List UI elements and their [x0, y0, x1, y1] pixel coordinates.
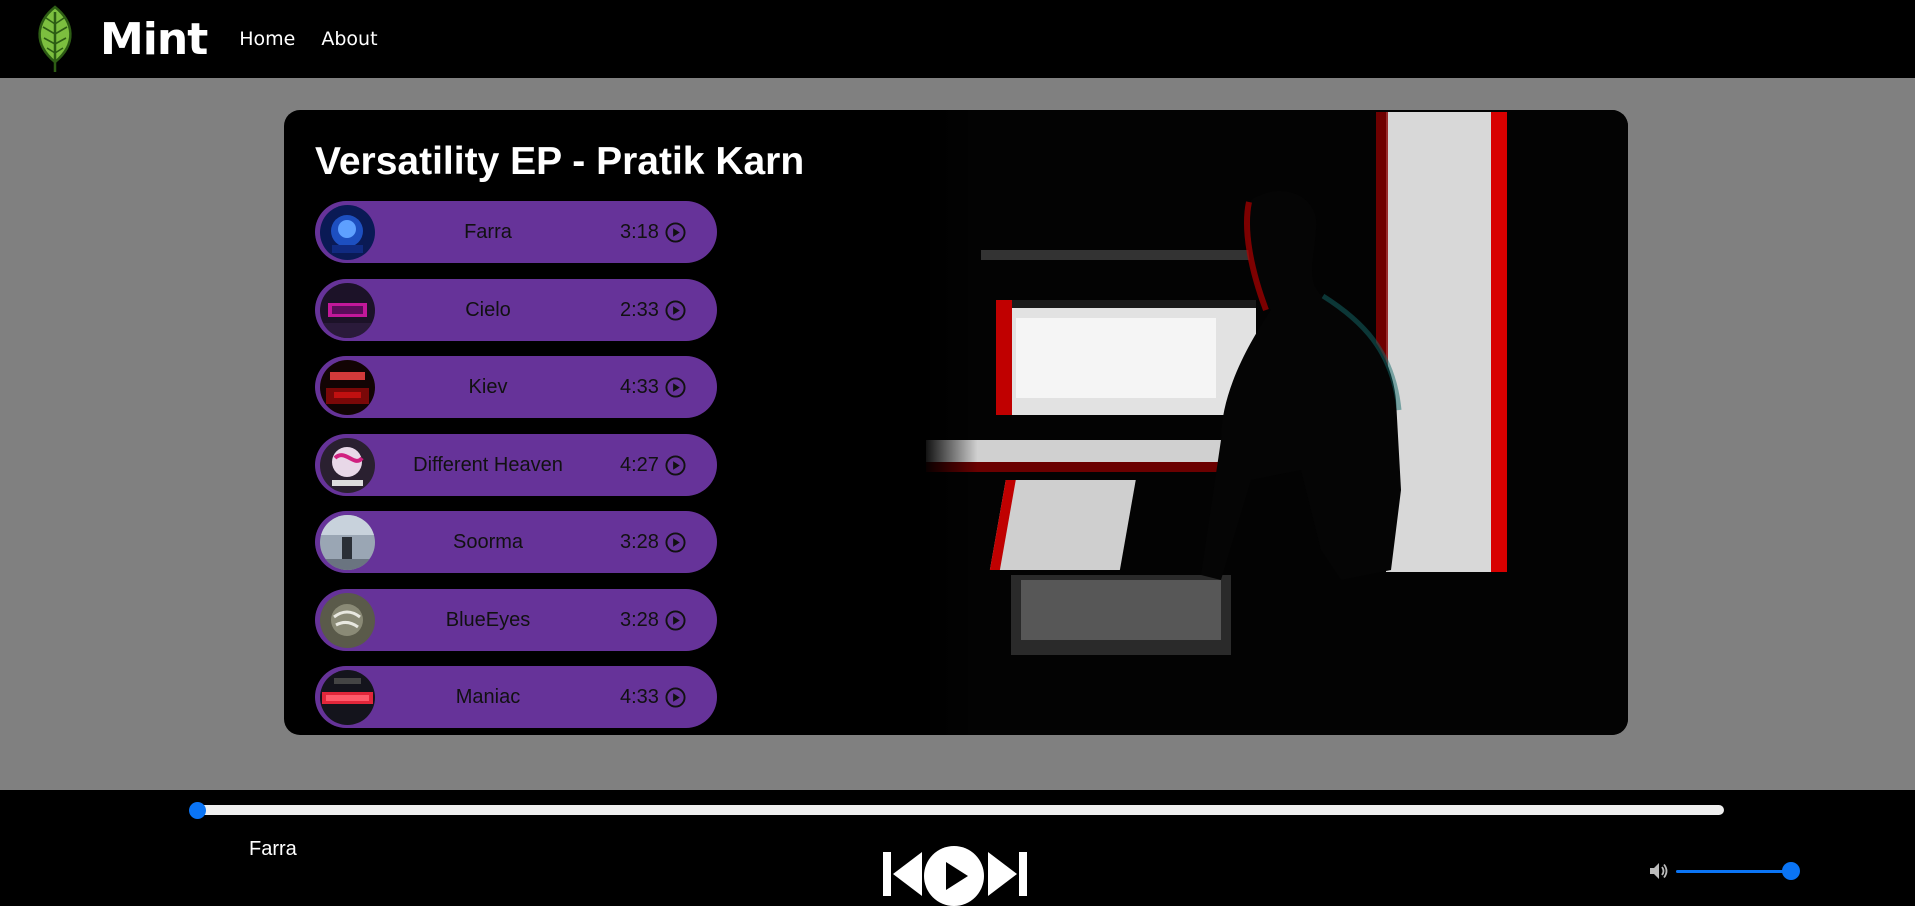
progress-slider[interactable]: [197, 805, 1724, 815]
track-item[interactable]: Farra 3:18: [315, 201, 717, 263]
track-duration: 3:28: [620, 531, 659, 553]
track-duration: 4:27: [620, 453, 659, 476]
track-item[interactable]: Maniac 4:33: [315, 666, 717, 728]
track-name: Kiev: [468, 376, 508, 398]
track-thumbnail: [320, 592, 375, 648]
track-name: Different Heaven: [413, 453, 563, 476]
track-thumbnail: [320, 515, 375, 570]
now-playing-title: Farra: [249, 838, 297, 860]
track-thumbnail: [320, 205, 375, 260]
track-duration: 2:33: [620, 298, 659, 321]
track-thumbnail: [320, 282, 375, 338]
play-circle-icon[interactable]: [665, 687, 686, 708]
track-name: BlueEyes: [445, 608, 531, 631]
playback-controls: [882, 838, 1030, 906]
album-title: Versatility EP - Pratik Karn: [315, 140, 805, 183]
nav-link-about[interactable]: About: [321, 28, 377, 50]
album-cover-image: [921, 110, 1628, 735]
track-duration: 4:33: [620, 686, 659, 708]
track-name: Maniac: [455, 686, 521, 708]
player-bar: Farra: [0, 790, 1915, 906]
play-circle-icon[interactable]: [665, 377, 686, 398]
track-thumbnail: [320, 360, 375, 415]
top-navbar: Mint Home About: [0, 0, 1915, 78]
progress-slider-thumb[interactable]: [189, 802, 206, 819]
volume-icon[interactable]: [1649, 862, 1669, 880]
track-name: Farra: [464, 221, 512, 243]
play-circle-icon[interactable]: [665, 532, 686, 553]
brand-name[interactable]: Mint: [100, 14, 208, 65]
leaf-logo-icon[interactable]: [32, 4, 78, 74]
track-item[interactable]: Different Heaven 4:27: [315, 433, 717, 496]
nav-link-home[interactable]: Home: [239, 28, 295, 50]
track-thumbnail: [320, 670, 375, 725]
album-card: Versatility EP - Pratik Karn Farra 3:18: [284, 110, 1628, 735]
track-item[interactable]: Kiev 4:33: [315, 356, 717, 418]
play-circle-icon[interactable]: [665, 609, 686, 631]
volume-slider[interactable]: [1676, 870, 1790, 873]
volume-slider-thumb[interactable]: [1782, 862, 1800, 880]
play-circle-icon[interactable]: [665, 222, 686, 243]
track-name: Soorma: [452, 531, 524, 553]
track-item[interactable]: Cielo 2:33: [315, 278, 717, 341]
track-item[interactable]: BlueEyes 3:28: [315, 588, 717, 651]
track-duration: 3:28: [620, 608, 659, 631]
track-list: Farra 3:18 Cielo 2:33 Kiev 4:33 Differen…: [315, 201, 717, 735]
play-circle-icon[interactable]: [665, 454, 686, 476]
track-name: Cielo: [465, 298, 511, 321]
skip-forward-icon[interactable]: [986, 852, 1030, 896]
play-icon[interactable]: [924, 846, 984, 906]
skip-back-icon[interactable]: [882, 852, 924, 896]
track-duration: 3:18: [620, 221, 659, 243]
track-duration: 4:33: [620, 376, 659, 398]
play-circle-icon[interactable]: [665, 299, 686, 321]
track-item[interactable]: Soorma 3:28: [315, 511, 717, 573]
track-thumbnail: [320, 437, 375, 493]
